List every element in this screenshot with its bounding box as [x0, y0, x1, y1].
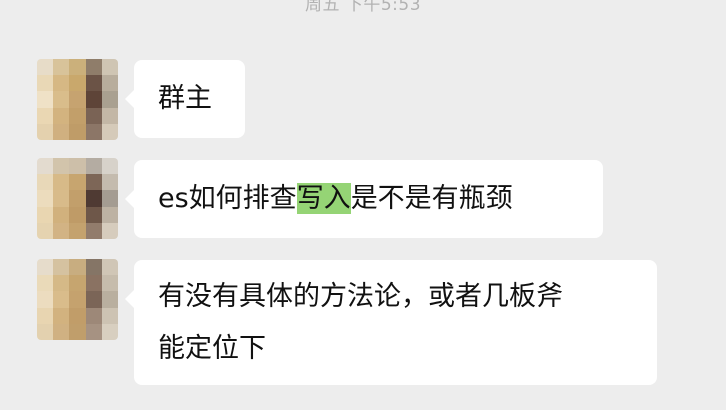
message-bubble[interactable]: es如何排查写入是不是有瓶颈 — [125, 160, 603, 238]
avatar-pixel — [37, 107, 54, 124]
avatar-pixel — [101, 291, 118, 308]
message-text-line: 有没有具体的方法论，或者几板斧 — [158, 281, 563, 312]
avatar-pixel — [37, 307, 54, 324]
avatar-pixel — [69, 174, 86, 191]
avatar-pixel — [101, 259, 118, 276]
avatar-pixel — [85, 107, 102, 124]
avatar-pixel — [85, 75, 102, 92]
avatar-pixel — [69, 123, 86, 140]
avatar-pixel — [101, 75, 118, 92]
avatar-pixel — [69, 75, 86, 92]
avatar-pixel — [101, 123, 118, 140]
avatar-pixel — [37, 275, 54, 292]
message-text-line: 能定位下 — [158, 333, 266, 364]
avatar-pixel — [85, 222, 102, 239]
avatar-pixel — [101, 107, 118, 124]
avatar-pixel — [53, 275, 70, 292]
avatar[interactable] — [37, 259, 118, 340]
avatar-pixel — [85, 259, 102, 276]
avatar-pixel — [53, 59, 70, 76]
avatar-pixel — [53, 107, 70, 124]
avatar-pixel — [85, 206, 102, 223]
avatar-pixel — [69, 222, 86, 239]
avatar-pixel — [69, 107, 86, 124]
avatar-pixel — [53, 158, 70, 175]
avatar-pixel — [53, 206, 70, 223]
avatar-pixel — [85, 158, 102, 175]
avatar-pixel — [101, 59, 118, 76]
avatar-pixel — [85, 323, 102, 340]
avatar-pixel — [101, 206, 118, 223]
avatar-pixel — [53, 123, 70, 140]
avatar-pixel — [37, 123, 54, 140]
avatar-pixel — [85, 91, 102, 108]
avatar-pixel — [53, 307, 70, 324]
avatar-pixel — [69, 91, 86, 108]
avatar-pixel — [69, 59, 86, 76]
avatar-pixel — [37, 206, 54, 223]
avatar-pixel — [37, 75, 54, 92]
avatar-pixel — [53, 190, 70, 207]
message-bubble[interactable]: 有没有具体的方法论，或者几板斧 能定位下 — [125, 260, 657, 385]
avatar-pixel — [85, 59, 102, 76]
message-text: 群主 — [158, 83, 212, 114]
avatar-pixel — [101, 158, 118, 175]
avatar-pixel — [69, 307, 86, 324]
avatar-pixel — [85, 190, 102, 207]
message-text-segment: 是不是有瓶颈 — [350, 183, 513, 214]
avatar-pixel — [85, 307, 102, 324]
avatar-pixel — [85, 291, 102, 308]
avatar-pixel — [101, 190, 118, 207]
avatar-pixel — [53, 91, 70, 108]
avatar-pixel — [53, 75, 70, 92]
chat-timestamp: 周五 下午5:53 — [304, 0, 422, 15]
avatar-pixel — [101, 174, 118, 191]
avatar[interactable] — [37, 158, 118, 239]
avatar-pixel — [53, 259, 70, 276]
avatar-pixel — [101, 275, 118, 292]
avatar-pixel — [69, 275, 86, 292]
avatar-pixel — [69, 291, 86, 308]
avatar-pixel — [37, 59, 54, 76]
avatar-pixel — [37, 291, 54, 308]
avatar-pixel — [85, 123, 102, 140]
avatar-pixel — [85, 174, 102, 191]
message-bubble[interactable]: 群主 — [125, 60, 245, 138]
avatar-pixel — [37, 174, 54, 191]
avatar-pixel — [101, 323, 118, 340]
avatar-pixel — [37, 222, 54, 239]
avatar-pixel — [37, 190, 54, 207]
avatar-pixel — [101, 307, 118, 324]
avatar-pixel — [69, 206, 86, 223]
avatar-pixel — [69, 259, 86, 276]
avatar-pixel — [53, 174, 70, 191]
avatar-pixel — [37, 158, 54, 175]
avatar-pixel — [37, 91, 54, 108]
avatar-pixel — [69, 323, 86, 340]
avatar-pixel — [37, 259, 54, 276]
avatar-pixel — [101, 222, 118, 239]
avatar-pixel — [69, 190, 86, 207]
avatar-pixel — [53, 291, 70, 308]
avatar[interactable] — [37, 59, 118, 140]
avatar-pixel — [69, 158, 86, 175]
avatar-pixel — [37, 323, 54, 340]
avatar-pixel — [53, 323, 70, 340]
avatar-pixel — [101, 91, 118, 108]
search-highlight: 写入 — [296, 183, 351, 214]
avatar-pixel — [53, 222, 70, 239]
message-text-segment: es如何排查 — [158, 183, 297, 214]
message-text: es如何排查写入是不是有瓶颈 — [158, 173, 603, 225]
avatar-pixel — [85, 275, 102, 292]
